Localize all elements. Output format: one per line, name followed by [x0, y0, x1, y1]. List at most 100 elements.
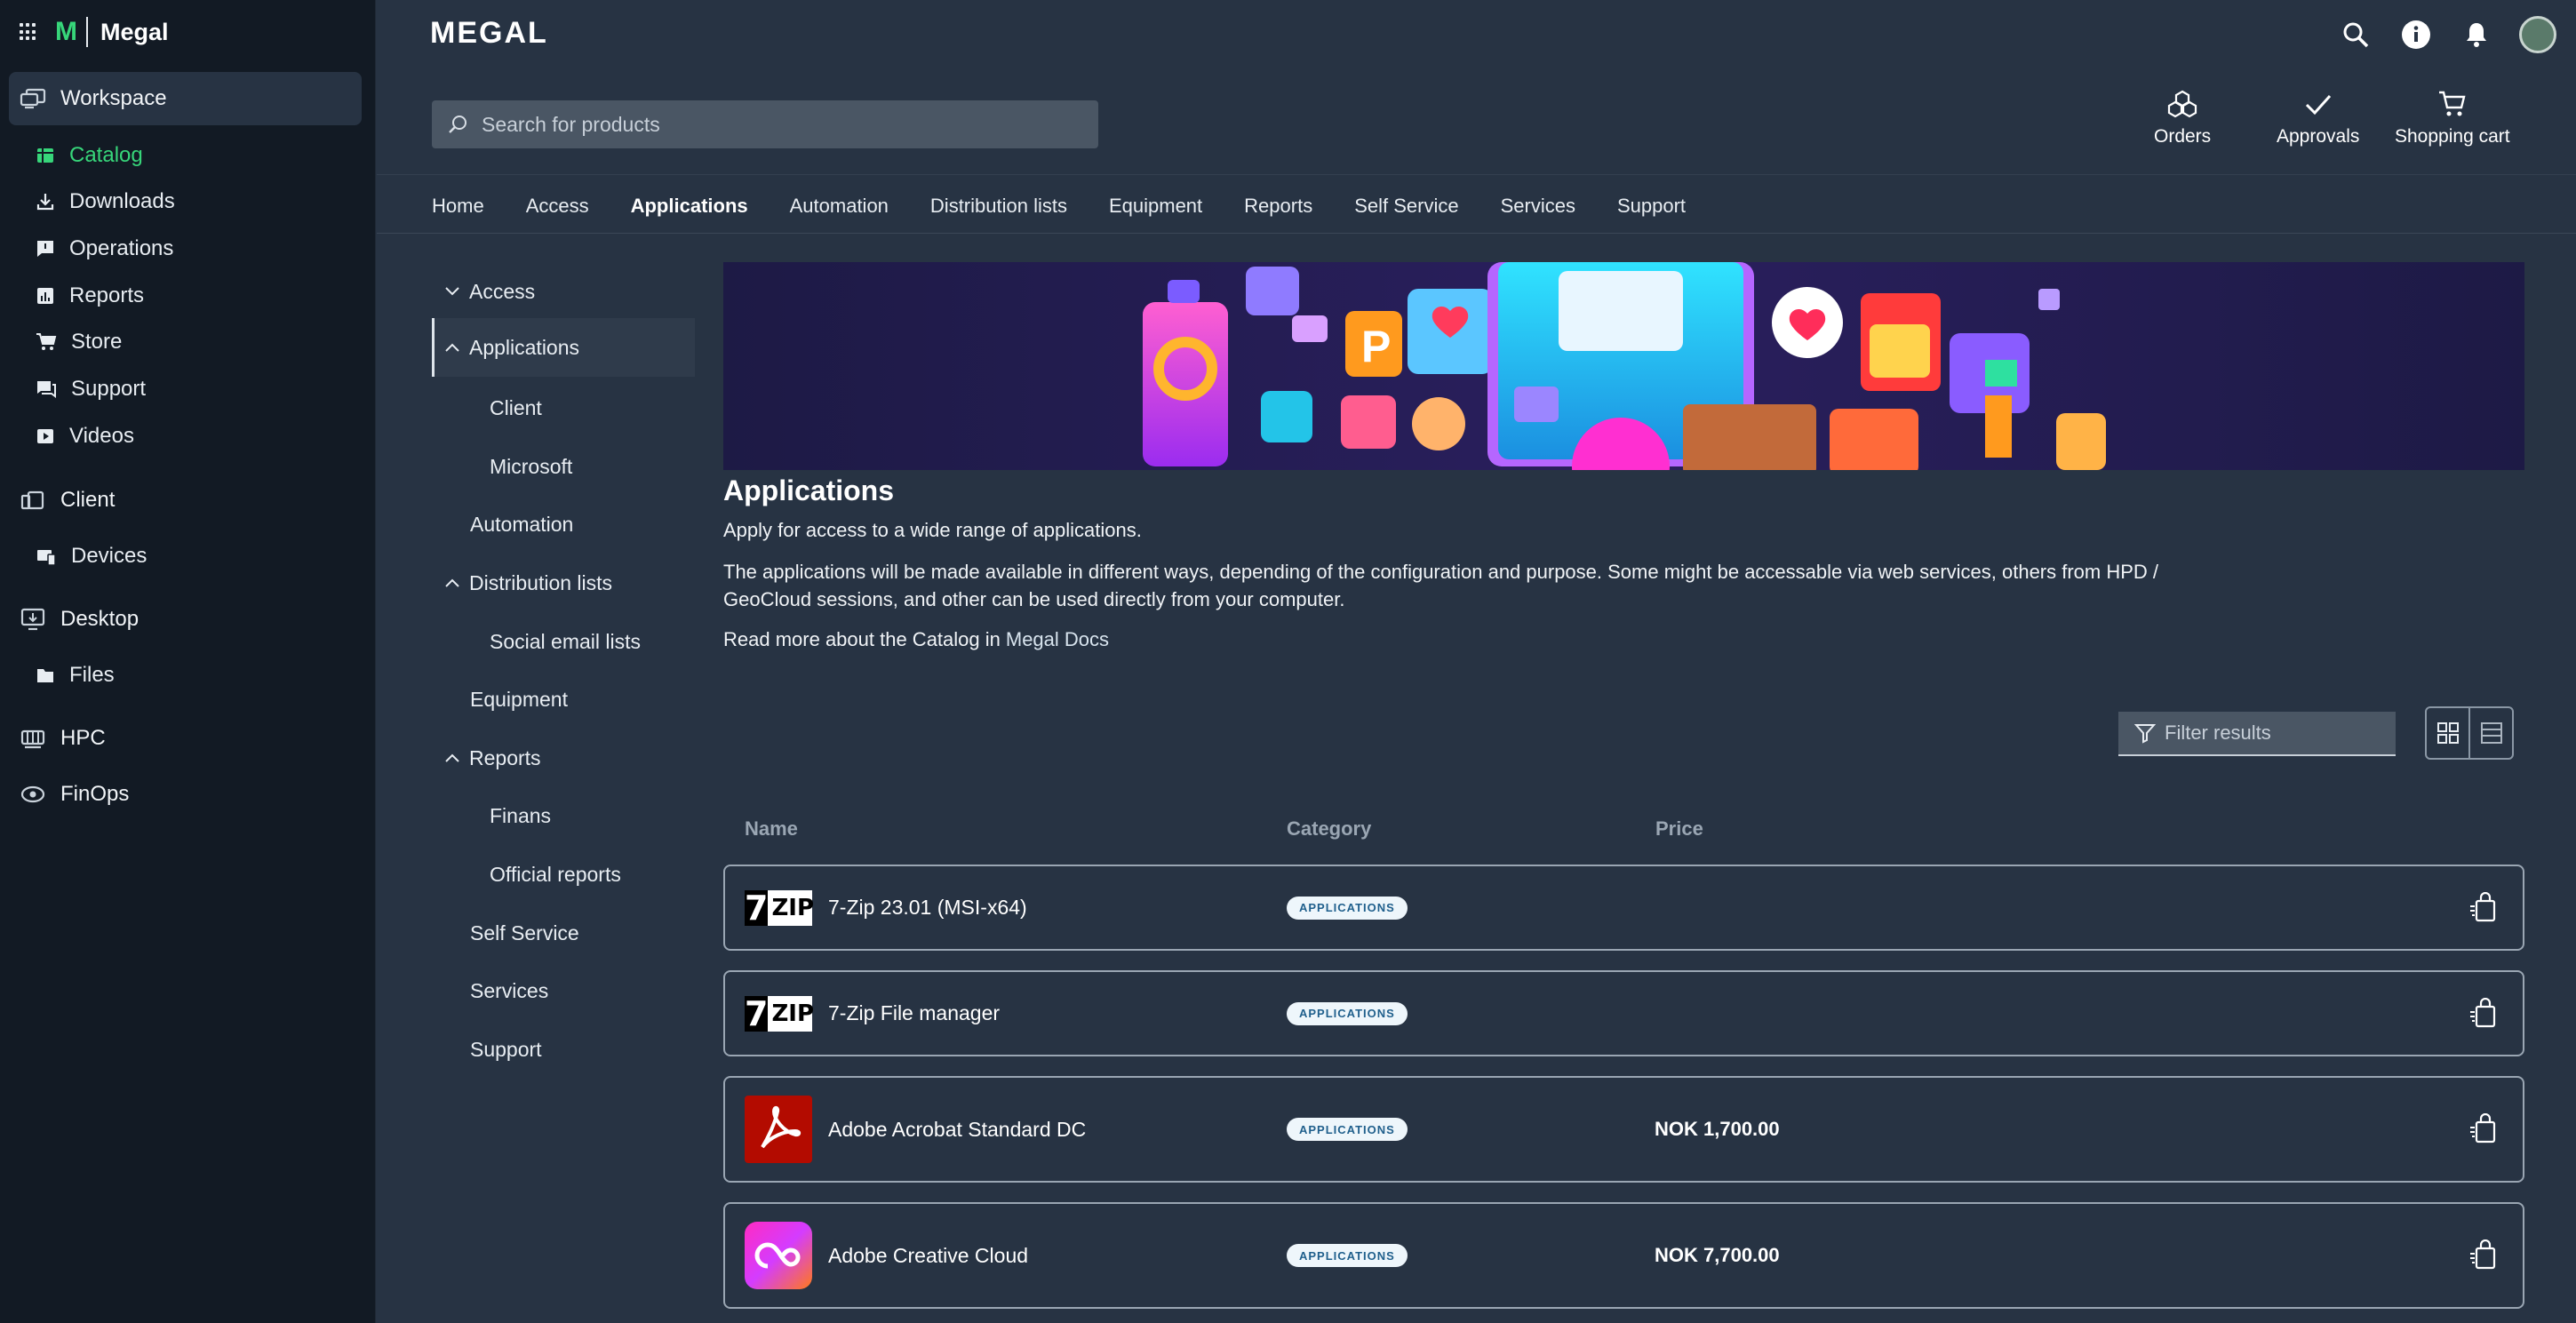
add-to-cart-icon[interactable]: [2466, 996, 2501, 1032]
list-view-icon[interactable]: [2470, 708, 2512, 758]
tree-item-label: Client: [490, 395, 542, 419]
tree-item-self-service[interactable]: Self Service: [470, 915, 579, 951]
grid-view-icon[interactable]: [2427, 708, 2470, 758]
product-search[interactable]: [432, 100, 1098, 148]
product-row[interactable]: Adobe Acrobat Standard DC APPLICATIONS N…: [723, 1076, 2524, 1183]
shopping-cart-button[interactable]: Shopping cart: [2395, 89, 2510, 147]
orders-boxes-icon: [2167, 90, 2197, 118]
operations-icon: [37, 241, 53, 257]
sidebar-item-videos[interactable]: Videos: [36, 418, 134, 454]
nav-section-label: Workspace: [60, 86, 167, 110]
catalog-icon: [37, 148, 53, 163]
app-grid-icon[interactable]: [20, 23, 37, 41]
tree-item-reports[interactable]: Reports: [443, 740, 541, 776]
sidebar-item-label: Files: [69, 663, 115, 687]
support-chat-icon: [37, 381, 56, 398]
tree-item-label: Reports: [469, 745, 541, 769]
tree-item-label: Microsoft: [490, 454, 573, 478]
tree-item-label: Finans: [490, 803, 552, 827]
filter-results[interactable]: [2118, 712, 2396, 756]
product-row[interactable]: Adobe Creative Cloud APPLICATIONS NOK 7,…: [723, 1202, 2524, 1309]
left-navigation: M Megal Workspace Catalog Downloads Oper…: [0, 0, 376, 1323]
category-badge: APPLICATIONS: [1287, 1244, 1408, 1267]
product-price: NOK 7,700.00: [1655, 1244, 1780, 1266]
add-to-cart-icon[interactable]: [2466, 890, 2501, 926]
tab-support[interactable]: Support: [1617, 195, 1686, 218]
product-row[interactable]: 7 ZIP 7-Zip 23.01 (MSI-x64) APPLICATIONS: [723, 865, 2524, 951]
tab-distribution-lists[interactable]: Distribution lists: [930, 195, 1067, 218]
brand-mark: M: [55, 17, 77, 46]
chevron-up-icon: [443, 573, 462, 593]
sidebar-item-label: Videos: [69, 424, 134, 448]
tree-item-services[interactable]: Services: [470, 973, 548, 1008]
tree-item-label: Support: [470, 1037, 542, 1061]
tree-item-distribution-lists[interactable]: Distribution lists: [443, 565, 612, 601]
info-icon[interactable]: [2398, 17, 2434, 52]
sidebar-item-label: Store: [71, 330, 123, 354]
tab-self-service[interactable]: Self Service: [1354, 195, 1458, 218]
orders-button[interactable]: Orders: [2154, 89, 2211, 147]
megal-docs-link[interactable]: Megal Docs: [1006, 628, 1109, 650]
nav-section-finops[interactable]: FinOps: [9, 768, 362, 821]
tree-item-finans[interactable]: Finans: [490, 798, 551, 833]
client-icon: [20, 490, 44, 510]
column-header-category[interactable]: Category: [1287, 817, 1371, 841]
category-badge: APPLICATIONS: [1287, 1001, 1408, 1025]
reports-icon: [37, 288, 53, 304]
tree-item-social-email-lists[interactable]: Social email lists: [490, 624, 641, 659]
sidebar-item-devices[interactable]: Devices: [36, 538, 147, 574]
sidebar-item-reports[interactable]: Reports: [36, 278, 144, 314]
tree-item-automation[interactable]: Automation: [470, 506, 573, 542]
sidebar-item-downloads[interactable]: Downloads: [36, 184, 175, 219]
tree-item-label: Services: [470, 978, 549, 1002]
approvals-button[interactable]: Approvals: [2277, 89, 2359, 147]
sidebar-item-catalog[interactable]: Catalog: [36, 138, 143, 173]
column-header-price[interactable]: Price: [1655, 817, 1703, 841]
tree-item-label: Social email lists: [490, 629, 641, 653]
tree-item-microsoft[interactable]: Microsoft: [490, 449, 572, 484]
brand[interactable]: M Megal: [20, 12, 169, 52]
tree-item-support[interactable]: Support: [470, 1032, 542, 1067]
tree-item-official-reports[interactable]: Official reports: [490, 857, 621, 892]
tree-item-equipment[interactable]: Equipment: [470, 681, 568, 717]
tree-item-client[interactable]: Client: [490, 390, 542, 426]
tab-equipment[interactable]: Equipment: [1109, 195, 1202, 218]
shopping-cart-label: Shopping cart: [2395, 126, 2510, 147]
7zip-logo: 7 ZIP: [745, 888, 815, 928]
add-to-cart-icon[interactable]: [2466, 1238, 2501, 1273]
tab-applications[interactable]: Applications: [631, 195, 748, 218]
tree-item-access[interactable]: Access: [443, 274, 535, 309]
megal-logo[interactable]: MEGAL: [430, 16, 548, 51]
search-icon: [449, 116, 467, 133]
checkmark-icon: [2305, 94, 2331, 116]
search-input[interactable]: [482, 112, 1050, 137]
hpc-icon: [20, 729, 45, 749]
sidebar-item-operations[interactable]: Operations: [36, 231, 173, 267]
sidebar-item-store[interactable]: Store: [36, 324, 122, 360]
category-badge: APPLICATIONS: [1287, 896, 1408, 920]
tab-automation[interactable]: Automation: [790, 195, 889, 218]
nav-section-workspace[interactable]: Workspace: [9, 72, 362, 125]
tab-home[interactable]: Home: [432, 195, 484, 218]
nav-section-hpc[interactable]: HPC: [9, 712, 362, 765]
tab-services[interactable]: Services: [1501, 195, 1575, 218]
column-header-name[interactable]: Name: [745, 817, 798, 841]
search-icon[interactable]: [2338, 17, 2373, 52]
tab-reports[interactable]: Reports: [1244, 195, 1312, 218]
tree-item-label: Official reports: [490, 862, 621, 886]
sidebar-item-support[interactable]: Support: [36, 371, 146, 407]
nav-section-client[interactable]: Client: [9, 474, 362, 527]
notification-bell-icon[interactable]: [2459, 17, 2494, 52]
tree-item-applications[interactable]: Applications: [432, 318, 695, 377]
user-avatar[interactable]: [2519, 16, 2556, 53]
chevron-up-icon: [443, 748, 462, 768]
filter-input[interactable]: [2165, 721, 2378, 745]
view-toggle: [2425, 706, 2514, 760]
sidebar-item-files[interactable]: Files: [36, 658, 115, 693]
add-to-cart-icon[interactable]: [2466, 1112, 2501, 1147]
tab-access[interactable]: Access: [526, 195, 589, 218]
product-row[interactable]: 7 ZIP 7-Zip File manager APPLICATIONS: [723, 970, 2524, 1056]
nav-section-desktop[interactable]: Desktop: [9, 593, 362, 646]
header-divider: [377, 174, 2576, 175]
page-intro: Apply for access to a wide range of appl…: [723, 519, 1142, 541]
